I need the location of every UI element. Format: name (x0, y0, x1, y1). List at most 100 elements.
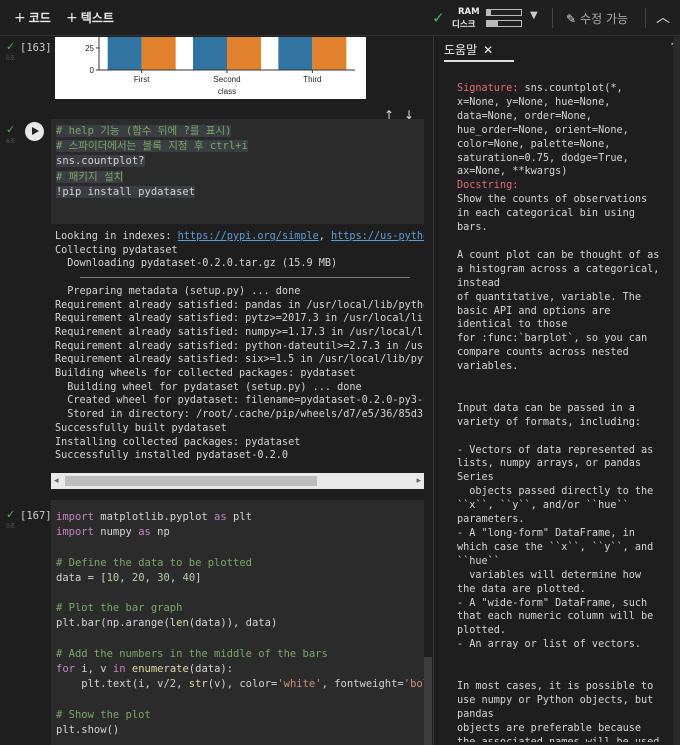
help-line: color=None, palette=None, (457, 138, 611, 150)
bar (107, 37, 142, 70)
code-line: for i, v in enumerate(data): (56, 663, 234, 676)
help-line: data=None, order=None, (457, 110, 592, 122)
x-axis-label: class (218, 87, 236, 96)
output-line: Created wheel for pydataset: filename=py… (55, 395, 424, 407)
add-text-button[interactable]: + 텍스트 (66, 9, 114, 26)
output-line: Requirement already satisfied: pytz>=201… (55, 313, 424, 325)
output-line: Stored in directory: /root/.cache/pip/wh… (55, 409, 424, 421)
index-link[interactable]: https://pypi.org/simple (178, 231, 319, 242)
help-panel: 도움말✕ ⋯ Signature: sns.countplot(*,x=None… (433, 37, 680, 745)
help-line: objects passed directly to the (457, 486, 654, 498)
help-line: instead (457, 277, 500, 289)
help-line: Docstring: (457, 180, 519, 192)
notebook-toolbar: + 코드 + 텍스트 ✓ RAM 디스크 ▼ ✎ 수정 가능 ︿ (0, 0, 680, 36)
chevron-up-icon[interactable]: ︿ (656, 7, 670, 27)
connected-check-icon: ✓ (432, 9, 445, 27)
disk-usage-fill (487, 21, 498, 26)
code-line: # Show the plot (56, 708, 151, 721)
output-line: Requirement already satisfied: numpy>=1.… (55, 326, 424, 338)
code-editor[interactable]: import matplotlib.pyplot as plt import nu… (51, 500, 432, 745)
scrollbar-thumb[interactable] (65, 476, 317, 486)
code-line: # Define the data to be plotted (56, 556, 252, 569)
cell-duration: 0초 (6, 523, 16, 530)
help-line: use numpy or Python objects, but (457, 694, 654, 706)
cell-duration: 8초 (6, 138, 16, 145)
index-link[interactable]: https://us-python (331, 231, 424, 242)
help-line: ``hue`` (457, 555, 500, 567)
help-line: the associated names will be used (457, 736, 669, 742)
output-lines: Looking in indexes: https://pypi.org/sim… (51, 224, 424, 463)
output-line: Requirement already satisfied: python-da… (55, 340, 424, 352)
tab-help[interactable]: 도움말 ✕ (444, 41, 493, 58)
help-line (457, 235, 669, 249)
help-line: - An array or list of vectors. (457, 639, 642, 651)
bar (141, 37, 176, 70)
cell-duration: 0초 (6, 55, 16, 62)
help-line: ax=None, **kwargs) (457, 166, 568, 178)
help-line: in each categorical bin using (457, 208, 635, 220)
ram-disk-indicator[interactable]: RAM 디스크 (452, 7, 528, 31)
code-line: plt.show() (56, 723, 120, 736)
toolbar-divider (645, 8, 646, 28)
y-tick-label: 25 (85, 44, 94, 53)
disk-usage-bar (486, 20, 522, 27)
help-line (457, 430, 669, 444)
runtime-dropdown-icon[interactable]: ▼ (530, 10, 538, 21)
help-line: a histogram across a categorical, (457, 263, 660, 275)
notebook-vertical-scrollbar[interactable] (424, 657, 432, 745)
output-horizontal-scrollbar[interactable]: ◂ ▸ (51, 473, 424, 489)
help-line: pandas (457, 708, 494, 720)
output-line: Successfully installed pydataset-0.2.0 (55, 450, 289, 462)
ram-usage-fill (487, 10, 492, 15)
bar-chart: FirstSecondThird50250class (85, 37, 355, 96)
code-line: plt.text(i, v/2, str(v), color='white', … (56, 678, 432, 691)
add-code-button[interactable]: + 코드 (14, 9, 51, 26)
code-line: import numpy as np (56, 526, 170, 539)
y-tick-label: 0 (90, 66, 95, 75)
x-tick-label: Third (303, 75, 321, 84)
help-line: - A "long-form" DataFrame, in (457, 528, 635, 539)
help-line: which case the ``x``, ``y``, and (457, 541, 654, 553)
plot-output: FirstSecondThird50250class (55, 37, 366, 99)
help-line: the data are plotted. (457, 583, 586, 595)
help-line (457, 388, 669, 402)
code-line: # 스파이더에서는 블록 지정 후 ctrl+i (56, 140, 248, 153)
output-line: Collecting pydataset (55, 244, 178, 256)
notebook-area: ✓ 0초 [163] FirstSecondThird50250class ↑ … (0, 37, 432, 745)
run-cell-button[interactable] (25, 122, 44, 141)
disk-label: 디스크 (452, 20, 476, 30)
scroll-right-icon[interactable]: ▸ (416, 476, 421, 486)
output-line: Successfully built pydataset (55, 422, 227, 434)
help-vertical-scrollbar[interactable] (673, 37, 680, 745)
help-line: hue_order=None, orient=None, (457, 124, 629, 136)
help-line: - A "wide-form" DataFrame, such (457, 597, 648, 609)
x-tick-label: First (134, 75, 150, 84)
code-line: # Plot the bar graph (56, 602, 183, 615)
code-line: !pip install pydataset (56, 185, 196, 198)
scroll-left-icon[interactable]: ◂ (54, 476, 59, 486)
output-line: Requirement already satisfied: pandas in… (55, 299, 424, 311)
help-line: Series (457, 472, 494, 484)
code-editor[interactable]: # help 기능 (함수 뒤에 ?를 표시) # 스파이더에서는 블록 지정 후… (51, 119, 424, 224)
help-line: Signature: sns.countplot(*, (457, 83, 623, 94)
help-line: plotted. (457, 625, 507, 637)
code-line: # help 기능 (함수 뒤에 ?를 표시) (56, 125, 232, 137)
code-line: data = [10, 20, 30, 40] (56, 571, 202, 584)
edit-mode-button[interactable]: ✎ 수정 가능 (566, 10, 628, 27)
code-line: # Add the numbers in the middle of the b… (56, 647, 328, 660)
output-line: Installing collected packages: pydataset (55, 436, 301, 448)
help-line: variables will determine how (457, 569, 642, 581)
help-line: that each numeric column will be (457, 611, 654, 623)
help-line: identical to those (457, 319, 568, 331)
bar (227, 37, 261, 70)
help-docstring: Signature: sns.countplot(*, x=None, y=Non… (457, 82, 669, 742)
close-icon[interactable]: ✕ (483, 43, 493, 57)
execution-count: [163] (20, 42, 52, 54)
help-line: parameters. (457, 514, 525, 526)
help-line (457, 374, 669, 388)
output-line (55, 271, 424, 285)
help-line: bars. (457, 222, 488, 234)
